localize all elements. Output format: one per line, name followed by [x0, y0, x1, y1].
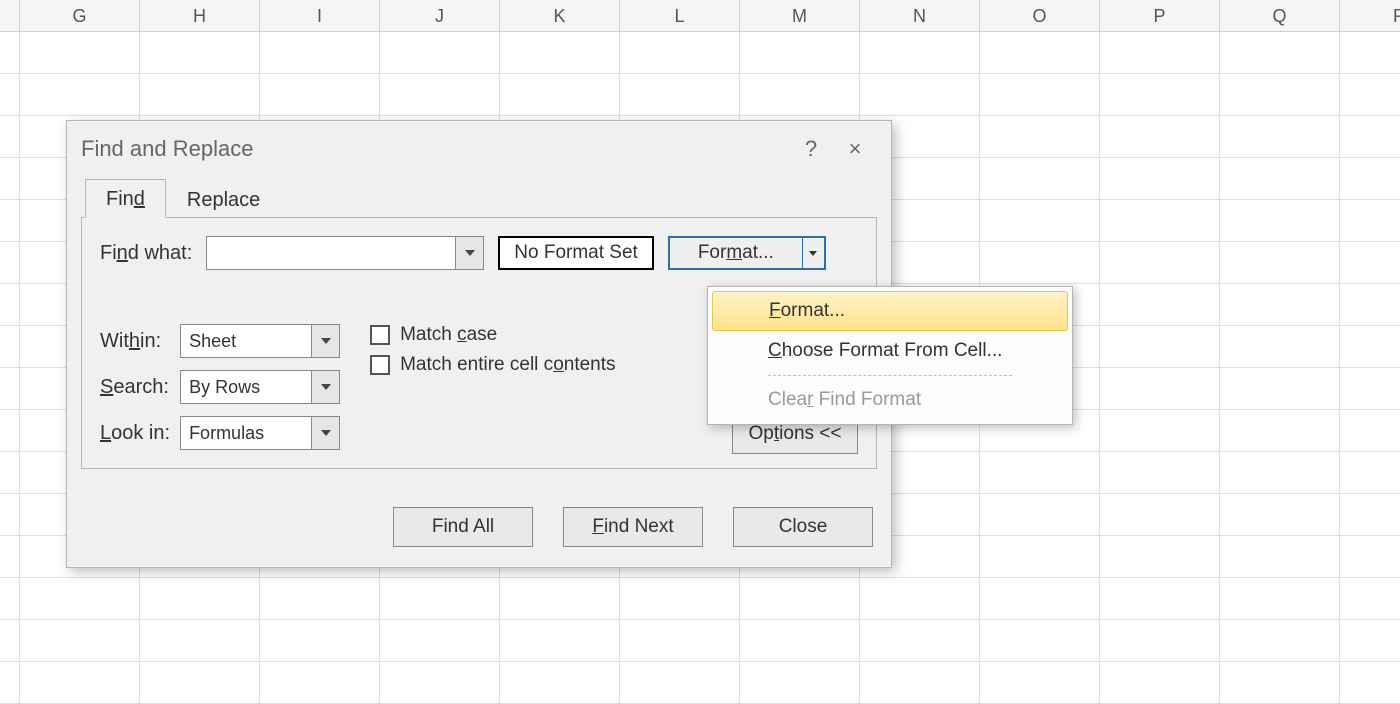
find-all-button[interactable]: Find All	[393, 507, 533, 547]
within-label: Within:	[100, 330, 170, 353]
close-icon[interactable]: ×	[833, 127, 877, 171]
menu-item-format[interactable]: Format...	[712, 291, 1068, 331]
close-label: Close	[779, 516, 828, 538]
column-header[interactable]: H	[140, 0, 260, 31]
find-what-row: Find what: No Format Set Format...	[100, 236, 858, 270]
match-case-checkbox[interactable]: Match case	[370, 324, 615, 346]
menu-item-clear-find-format: Clear Find Format	[712, 380, 1068, 420]
find-next-label: Find Next	[592, 516, 673, 538]
search-select[interactable]: By Rows	[180, 370, 340, 404]
within-value: Sheet	[181, 325, 311, 357]
lookin-dropdown[interactable]	[311, 417, 339, 449]
match-entire-label: Match entire cell contents	[400, 354, 615, 376]
dialog-footer: Find All Find Next Close	[67, 483, 891, 567]
column-header[interactable]: I	[260, 0, 380, 31]
format-button-dropdown[interactable]	[802, 238, 824, 268]
checkbox-icon	[370, 355, 390, 375]
chevron-down-icon	[321, 338, 331, 344]
menu-item-clear-label: Clear Find Format	[768, 389, 921, 411]
column-header[interactable]: K	[500, 0, 620, 31]
column-header[interactable]: G	[20, 0, 140, 31]
dialog-title: Find and Replace	[81, 136, 789, 162]
checkbox-icon	[370, 325, 390, 345]
column-header[interactable]: J	[380, 0, 500, 31]
find-what-input[interactable]	[207, 237, 455, 269]
menu-separator	[768, 375, 1012, 376]
chevron-down-icon	[321, 430, 331, 436]
format-preview: No Format Set	[498, 236, 654, 270]
format-dropdown-menu: Format... Choose Format From Cell... Cle…	[707, 286, 1073, 425]
tab-find[interactable]: Find	[85, 179, 166, 218]
menu-item-choose-from-cell[interactable]: Choose Format From Cell...	[712, 331, 1068, 371]
lookin-value: Formulas	[181, 417, 311, 449]
lookin-label: Look in:	[100, 422, 170, 445]
dialog-titlebar: Find and Replace ? ×	[67, 121, 891, 177]
chevron-down-icon	[321, 384, 331, 390]
column-header[interactable]: M	[740, 0, 860, 31]
column-header[interactable]: Q	[1220, 0, 1340, 31]
column-header[interactable]: R	[1340, 0, 1400, 31]
column-header[interactable]: O	[980, 0, 1100, 31]
tab-find-label: Find	[106, 188, 145, 210]
search-label: Search:	[100, 376, 170, 399]
row-header-gutter	[0, 0, 20, 31]
tab-strip: Find Replace	[67, 177, 891, 217]
find-what-combo	[206, 236, 484, 270]
column-header[interactable]: P	[1100, 0, 1220, 31]
options-button-label: Options <<	[749, 423, 842, 445]
find-what-label: Find what:	[100, 242, 192, 265]
format-button-label: Format...	[670, 238, 802, 268]
within-dropdown[interactable]	[311, 325, 339, 357]
find-what-dropdown[interactable]	[455, 237, 483, 269]
close-button[interactable]: Close	[733, 507, 873, 547]
column-header[interactable]: N	[860, 0, 980, 31]
find-next-button[interactable]: Find Next	[563, 507, 703, 547]
lookin-select[interactable]: Formulas	[180, 416, 340, 450]
column-header[interactable]: L	[620, 0, 740, 31]
match-entire-checkbox[interactable]: Match entire cell contents	[370, 354, 615, 376]
format-button[interactable]: Format...	[668, 236, 826, 270]
tab-replace-label: Replace	[187, 189, 260, 211]
menu-item-format-label: Format...	[769, 300, 845, 322]
chevron-down-icon	[465, 250, 475, 256]
match-case-label: Match case	[400, 324, 497, 346]
search-value: By Rows	[181, 371, 311, 403]
tab-replace[interactable]: Replace	[166, 180, 281, 218]
menu-item-choose-label: Choose Format From Cell...	[768, 340, 1002, 362]
caret-down-icon	[809, 251, 817, 256]
search-dropdown[interactable]	[311, 371, 339, 403]
help-button[interactable]: ?	[789, 127, 833, 171]
column-headers-row: G H I J K L M N O P Q R	[0, 0, 1400, 32]
find-all-label: Find All	[432, 516, 494, 538]
within-select[interactable]: Sheet	[180, 324, 340, 358]
